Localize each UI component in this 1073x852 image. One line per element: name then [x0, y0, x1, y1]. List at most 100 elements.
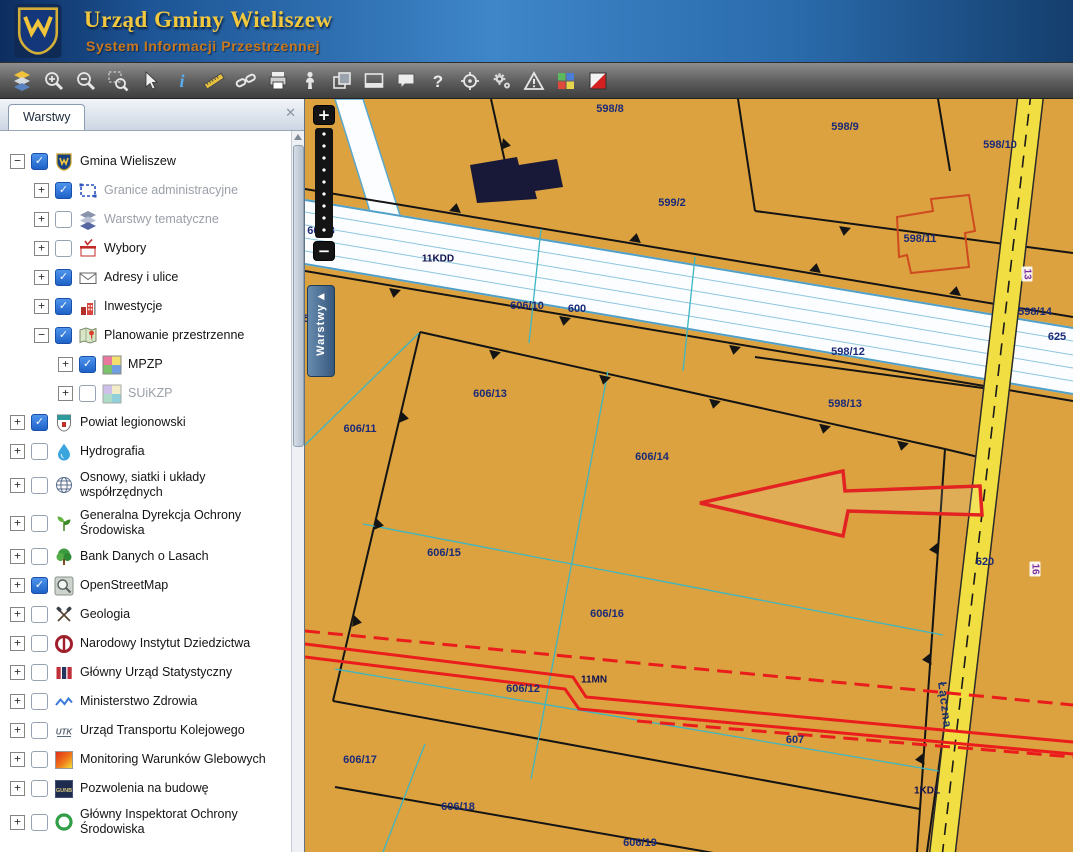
layer-label[interactable]: Hydrografia	[80, 444, 145, 459]
tab-warstwy[interactable]: Warstwy	[8, 104, 86, 130]
layer-label[interactable]: MPZP	[128, 357, 163, 372]
layer-checkbox[interactable]: ✓	[31, 414, 48, 431]
layers-icon[interactable]	[8, 67, 35, 94]
comment-icon[interactable]	[392, 67, 419, 94]
expand-toggle[interactable]: +	[10, 444, 25, 459]
expand-toggle[interactable]: +	[34, 299, 49, 314]
help-icon[interactable]: ?	[424, 67, 451, 94]
layer-label[interactable]: Główny Inspektorat Ochrony Środowiska	[80, 807, 280, 837]
layer-checkbox[interactable]: ✓	[55, 327, 72, 344]
layer-label[interactable]: Pozwolenia na budowę	[80, 781, 209, 796]
expand-toggle[interactable]: +	[10, 694, 25, 709]
layer-checkbox[interactable]: ✓	[31, 153, 48, 170]
street-view-icon[interactable]	[296, 67, 323, 94]
layer-label[interactable]: Osnowy, siatki i układy współrzędnych	[80, 470, 280, 500]
panel-close-icon[interactable]: ✕	[285, 106, 296, 119]
expand-toggle[interactable]: +	[10, 781, 25, 796]
layer-checkbox[interactable]	[31, 813, 48, 831]
layer-checkbox[interactable]	[79, 385, 96, 402]
layer-checkbox[interactable]	[31, 722, 48, 739]
layer-label[interactable]: Warstwy tematyczne	[104, 212, 219, 227]
link-icon[interactable]	[232, 67, 259, 94]
layer-label[interactable]: Urząd Transportu Kolejowego	[80, 723, 245, 738]
layer-label[interactable]: Inwestycje	[104, 299, 162, 314]
layer-label[interactable]: Gmina Wieliszew	[80, 154, 176, 169]
expand-toggle[interactable]: −	[10, 154, 25, 169]
zoom-out-icon[interactable]	[72, 67, 99, 94]
layer-label[interactable]: Narodowy Instytut Dziedzictwa	[80, 636, 250, 651]
identify-icon[interactable]: i	[168, 67, 195, 94]
expand-toggle[interactable]: −	[34, 328, 49, 343]
expand-toggle[interactable]: +	[10, 814, 25, 830]
expand-toggle[interactable]: +	[10, 578, 25, 593]
layer-label[interactable]: Powiat legionowski	[80, 415, 186, 430]
expand-toggle[interactable]: +	[10, 636, 25, 651]
zoom-extent-icon[interactable]	[104, 67, 131, 94]
layer-checkbox[interactable]	[31, 476, 48, 494]
layer-label[interactable]: Ministerstwo Zdrowia	[80, 694, 197, 709]
expand-toggle[interactable]: +	[58, 386, 73, 401]
expand-toggle[interactable]: +	[10, 723, 25, 738]
layer-label[interactable]: Geologia	[80, 607, 130, 622]
expand-toggle[interactable]: +	[10, 549, 25, 564]
layer-checkbox[interactable]: ✓	[55, 269, 72, 286]
locate-icon[interactable]	[456, 67, 483, 94]
layer-checkbox[interactable]: ✓	[55, 298, 72, 315]
layer-checkbox[interactable]: ✓	[79, 356, 96, 373]
expand-toggle[interactable]: +	[10, 415, 25, 430]
layer-checkbox[interactable]	[55, 211, 72, 228]
zoom-in-icon[interactable]	[40, 67, 67, 94]
expand-toggle[interactable]: +	[34, 212, 49, 227]
layer-checkbox[interactable]: ✓	[31, 577, 48, 594]
map-canvas[interactable]	[305, 99, 1073, 852]
measure-icon[interactable]	[200, 67, 227, 94]
redlining-icon[interactable]	[584, 67, 611, 94]
layer-checkbox[interactable]	[31, 693, 48, 710]
scroll-up-icon[interactable]	[294, 133, 302, 141]
zoom-out-button[interactable]: −	[313, 241, 335, 261]
layer-checkbox[interactable]	[31, 751, 48, 768]
layer-label[interactable]: Monitoring Warunków Glebowych	[80, 752, 266, 767]
layer-label[interactable]: Wybory	[104, 241, 146, 256]
layer-label[interactable]: SUiKZP	[128, 386, 172, 401]
map-viewport[interactable]: 598/8598/9598/10599/2598/11606/311KDD598…	[305, 99, 1073, 852]
layer-label[interactable]: OpenStreetMap	[80, 578, 168, 593]
expand-toggle[interactable]: +	[58, 357, 73, 372]
scrollbar-thumb[interactable]	[293, 145, 304, 447]
layer-checkbox[interactable]	[31, 606, 48, 623]
zoom-slider[interactable]	[315, 128, 333, 238]
legend-icon[interactable]	[552, 67, 579, 94]
layer-checkbox[interactable]	[31, 780, 48, 797]
expand-toggle[interactable]: +	[10, 665, 25, 680]
layer-checkbox[interactable]: ✓	[55, 182, 72, 199]
layer-label[interactable]: Planowanie przestrzenne	[104, 328, 244, 343]
expand-toggle[interactable]: +	[10, 515, 25, 531]
warning-icon[interactable]	[520, 67, 547, 94]
crest-powiat-icon	[54, 413, 74, 433]
pointer-icon[interactable]	[136, 67, 163, 94]
layer-label[interactable]: Główny Urząd Statystyczny	[80, 665, 232, 680]
layer-label[interactable]: Adresy i ulice	[104, 270, 178, 285]
duplicate-view-icon[interactable]	[328, 67, 355, 94]
layer-label[interactable]: Granice administracyjne	[104, 183, 238, 198]
expand-toggle[interactable]: +	[34, 270, 49, 285]
attribute-table-icon[interactable]	[360, 67, 387, 94]
settings-icon[interactable]	[488, 67, 515, 94]
layer-checkbox[interactable]	[31, 635, 48, 652]
sidebar-scrollbar[interactable]	[291, 131, 304, 852]
layer-checkbox[interactable]	[31, 443, 48, 460]
layer-label[interactable]: Generalna Dyrekcja Ochrony Środowiska	[80, 508, 280, 538]
layer-checkbox[interactable]	[31, 664, 48, 681]
expand-toggle[interactable]: +	[10, 477, 25, 493]
layer-checkbox[interactable]	[55, 240, 72, 257]
layer-checkbox[interactable]	[31, 548, 48, 565]
expand-toggle[interactable]: +	[10, 607, 25, 622]
layers-collapse-tab[interactable]: ◀ Warstwy	[307, 285, 335, 377]
expand-toggle[interactable]: +	[34, 241, 49, 256]
print-icon[interactable]	[264, 67, 291, 94]
layer-checkbox[interactable]	[31, 514, 48, 532]
zoom-in-button[interactable]: +	[313, 105, 335, 125]
expand-toggle[interactable]: +	[10, 752, 25, 767]
layer-label[interactable]: Bank Danych o Lasach	[80, 549, 209, 564]
expand-toggle[interactable]: +	[34, 183, 49, 198]
